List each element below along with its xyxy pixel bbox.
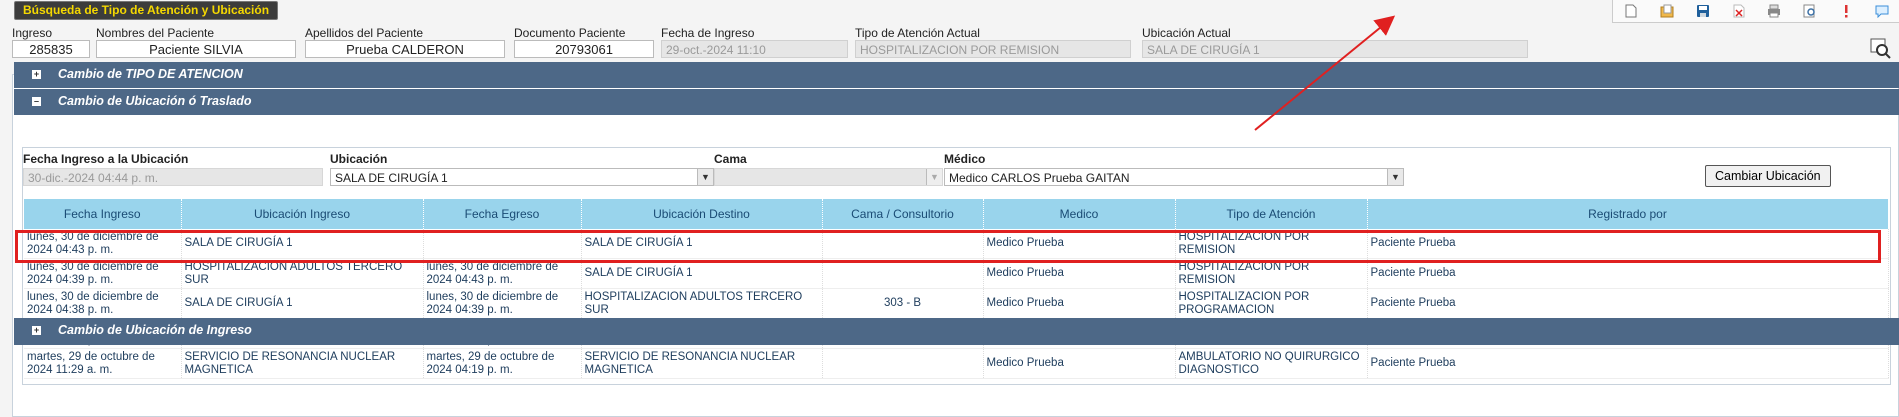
toolbar xyxy=(1612,0,1899,23)
delete-icon[interactable] xyxy=(1732,4,1746,18)
table-cell: Paciente Prueba xyxy=(1367,258,1889,289)
table-cell: HOSPITALIZACION POR REMISION xyxy=(1175,229,1368,259)
table-cell: martes, 29 de octubre de 2024 04:19 p. m… xyxy=(423,348,582,379)
chat-icon[interactable] xyxy=(1875,4,1889,18)
column-header[interactable]: Cama / Consultorio xyxy=(822,199,984,229)
medico-label: Médico xyxy=(944,152,986,166)
table-cell: lunes, 30 de diciembre de 2024 04:43 p. … xyxy=(423,258,582,289)
documento-field[interactable]: 20793061 xyxy=(514,40,654,58)
table-cell: Medico Prueba xyxy=(983,258,1176,289)
table-cell xyxy=(822,229,984,259)
table-cell xyxy=(423,229,582,259)
window-title: Búsqueda de Tipo de Atención y Ubicación xyxy=(14,1,279,20)
table-cell: SALA DE CIRUGÍA 1 xyxy=(181,229,424,259)
cambiar-ubicacion-button[interactable]: Cambiar Ubicación xyxy=(1705,165,1831,187)
ubicacion-select[interactable]: SALA DE CIRUGÍA 1 ▼ xyxy=(330,168,714,186)
expand-icon[interactable]: + xyxy=(32,326,41,335)
print-icon[interactable] xyxy=(1767,4,1781,18)
table-cell: HOSPITALIZACION ADULTOS TERCERO SUR xyxy=(181,258,424,289)
section-cambio-tipo-atencion[interactable]: + Cambio de TIPO DE ATENCION xyxy=(14,62,1899,88)
fecha-ubicacion-field: 30-dic.-2024 04:44 p. m. xyxy=(23,168,323,186)
alert-icon[interactable] xyxy=(1839,4,1853,18)
nombres-label: Nombres del Paciente xyxy=(96,26,215,40)
table-cell: HOSPITALIZACION ADULTOS TERCERO SUR xyxy=(581,288,823,319)
table-cell: SALA DE CIRUGÍA 1 xyxy=(181,288,424,319)
section-cambio-ubicacion-ingreso[interactable]: + Cambio de Ubicación de Ingreso xyxy=(14,318,1899,345)
column-header[interactable]: Tipo de Atención xyxy=(1175,199,1368,229)
nombres-field[interactable]: Paciente SILVIA xyxy=(96,40,296,58)
ubicacion-label: Ubicación xyxy=(330,152,388,166)
fecha-ingreso-label: Fecha de Ingreso xyxy=(661,26,755,40)
table-cell xyxy=(822,258,984,289)
table-cell: Paciente Prueba xyxy=(1367,229,1889,259)
table-cell: lunes, 30 de diciembre de 2024 04:39 p. … xyxy=(423,288,582,319)
chevron-down-icon: ▼ xyxy=(926,169,942,185)
medico-select[interactable]: Medico CARLOS Prueba GAITAN ▼ xyxy=(944,168,1404,186)
fecha-ubicacion-label: Fecha Ingreso a la Ubicación xyxy=(23,152,189,166)
table-cell: HOSPITALIZACION POR PROGRAMACION xyxy=(1175,288,1368,319)
chevron-down-icon[interactable]: ▼ xyxy=(697,169,713,185)
historial-table: Fecha Ingreso Ubicación Ingreso Fecha Egre… xyxy=(24,199,1889,379)
table-cell: lunes, 30 de diciembre de 2024 04:43 p. … xyxy=(24,229,182,259)
table-cell: AMBULATORIO NO QUIRURGICO DIAGNOSTICO xyxy=(1175,348,1368,379)
ubicacion-actual-label: Ubicación Actual xyxy=(1142,26,1231,40)
table-cell: Medico Prueba xyxy=(983,288,1176,319)
save-icon[interactable] xyxy=(1696,4,1710,18)
apellidos-label: Apellidos del Paciente xyxy=(305,26,424,40)
table-header-row: Fecha Ingreso Ubicación Ingreso Fecha Egre… xyxy=(24,199,1889,229)
table-cell: Paciente Prueba xyxy=(1367,288,1889,319)
medico-select-value: Medico CARLOS Prueba GAITAN xyxy=(949,171,1130,185)
section-title: Cambio de TIPO DE ATENCION xyxy=(58,67,243,81)
chevron-down-icon[interactable]: ▼ xyxy=(1387,169,1403,185)
column-header[interactable]: Fecha Egreso xyxy=(423,199,582,229)
section-title: Cambio de Ubicación de Ingreso xyxy=(58,323,252,337)
fecha-ingreso-field: 29-oct.-2024 11:10 xyxy=(661,40,848,58)
column-header[interactable]: Registrado por xyxy=(1367,199,1889,229)
table-cell: Paciente Prueba xyxy=(1367,348,1889,379)
table-row[interactable]: lunes, 30 de diciembre de 2024 04:38 p. … xyxy=(24,288,1889,319)
table-row[interactable]: lunes, 30 de diciembre de 2024 04:39 p. … xyxy=(24,258,1889,289)
ingreso-label: Ingreso xyxy=(12,26,53,40)
table-cell: HOSPITALIZACION POR REMISION xyxy=(1175,258,1368,289)
expand-icon[interactable]: + xyxy=(32,70,41,79)
section-cambio-ubicacion[interactable]: – Cambio de Ubicación ó Traslado xyxy=(14,89,1899,115)
table-cell: Medico Prueba xyxy=(983,229,1176,259)
section-title: Cambio de Ubicación ó Traslado xyxy=(58,94,252,108)
table-row[interactable]: martes, 29 de octubre de 2024 11:29 a. m… xyxy=(24,348,1889,379)
cama-label: Cama xyxy=(714,152,747,166)
column-header[interactable]: Ubicación Ingreso xyxy=(181,199,424,229)
table-cell: martes, 29 de octubre de 2024 11:29 a. m… xyxy=(24,348,182,379)
cama-select: ▼ xyxy=(714,168,943,186)
column-header[interactable]: Ubicación Destino xyxy=(581,199,823,229)
ubicacion-actual-field: SALA DE CIRUGÍA 1 xyxy=(1142,40,1528,58)
new-document-icon[interactable] xyxy=(1624,4,1638,18)
column-header[interactable]: Fecha Ingreso xyxy=(24,199,182,229)
apellidos-field[interactable]: Prueba CALDERON xyxy=(305,40,505,58)
table-cell: lunes, 30 de diciembre de 2024 04:38 p. … xyxy=(24,288,182,319)
table-cell: SALA DE CIRUGÍA 1 xyxy=(581,229,823,259)
column-header[interactable]: Medico xyxy=(983,199,1176,229)
ubicacion-select-value: SALA DE CIRUGÍA 1 xyxy=(335,171,448,185)
tipo-atencion-label: Tipo de Atención Actual xyxy=(855,26,980,40)
table-row[interactable]: lunes, 30 de diciembre de 2024 04:43 p. … xyxy=(24,229,1889,259)
table-cell: Medico Prueba xyxy=(983,348,1176,379)
tipo-atencion-field: HOSPITALIZACION POR REMISION xyxy=(855,40,1131,58)
table-cell: SERVICIO DE RESONANCIA NUCLEAR MAGNETICA xyxy=(581,348,823,379)
table-cell: 303 - B xyxy=(822,288,984,319)
ingreso-field[interactable]: 285835 xyxy=(12,40,90,58)
table-cell xyxy=(822,348,984,379)
table-cell: SALA DE CIRUGÍA 1 xyxy=(581,258,823,289)
preview-icon[interactable] xyxy=(1803,4,1817,18)
open-folder-icon[interactable] xyxy=(1660,4,1674,18)
search-user-icon[interactable] xyxy=(1868,36,1892,60)
table-cell: SERVICIO DE RESONANCIA NUCLEAR MAGNETICA xyxy=(181,348,424,379)
collapse-icon[interactable]: – xyxy=(32,97,41,106)
documento-label: Documento Paciente xyxy=(514,26,626,40)
table-cell: lunes, 30 de diciembre de 2024 04:39 p. … xyxy=(24,258,182,289)
